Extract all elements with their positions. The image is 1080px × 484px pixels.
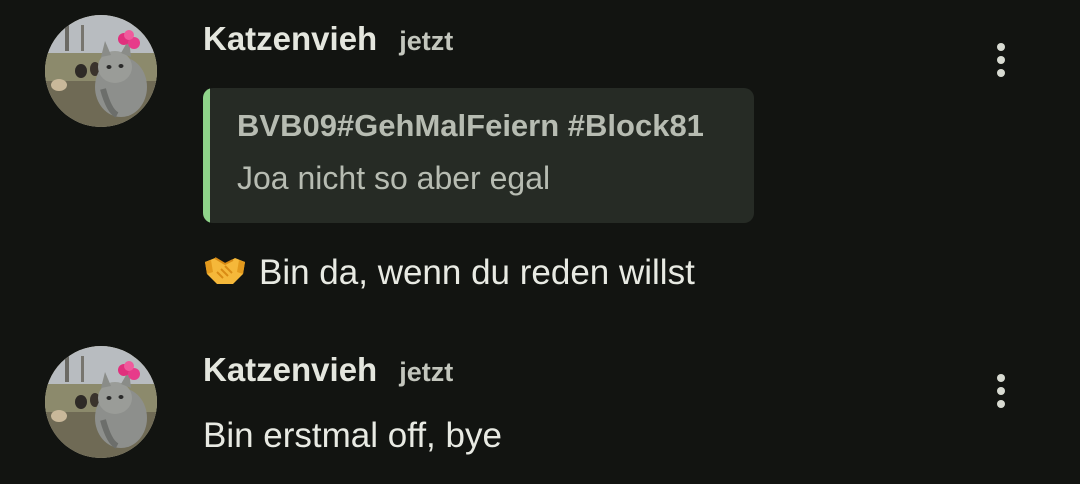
handshake-icon (203, 252, 247, 297)
message-timestamp: jetzt (399, 26, 454, 56)
message-text: Bin erstmal off, bye (203, 416, 502, 455)
more-vertical-icon (997, 387, 1005, 395)
author-name[interactable]: Katzenvieh (203, 20, 377, 58)
more-vertical-icon (997, 43, 1005, 51)
message-header: Katzenvieh jetzt (203, 351, 453, 391)
reply-quote[interactable]: BVB09#GehMalFeiern #Block81 Joa nicht so… (203, 88, 754, 223)
author-name[interactable]: Katzenvieh (203, 351, 377, 389)
cat-photo-avatar-icon (45, 346, 157, 458)
more-vertical-icon (997, 400, 1005, 408)
quote-accent-bar (203, 88, 210, 223)
more-options-button[interactable] (986, 35, 1016, 85)
chat-message[interactable]: Katzenvieh jetzt Bin erstmal off, bye (0, 330, 1080, 484)
quote-title: BVB09#GehMalFeiern #Block81 (237, 108, 704, 143)
message-text: Bin da, wenn du reden willst (203, 252, 695, 297)
chat-message[interactable]: Katzenvieh jetzt BVB09#GehMalFeiern #Blo… (0, 0, 1080, 320)
message-header: Katzenvieh jetzt (203, 20, 453, 60)
more-options-button[interactable] (986, 366, 1016, 416)
message-text-content: Bin da, wenn du reden willst (259, 253, 695, 292)
more-vertical-icon (997, 374, 1005, 382)
quote-text: Joa nicht so aber egal (237, 160, 551, 196)
cat-photo-avatar-icon (45, 15, 157, 127)
more-vertical-icon (997, 69, 1005, 77)
chat-message-list: Katzenvieh jetzt BVB09#GehMalFeiern #Blo… (0, 0, 1080, 484)
message-timestamp: jetzt (399, 357, 454, 387)
more-vertical-icon (997, 56, 1005, 64)
avatar[interactable] (45, 346, 157, 458)
avatar[interactable] (45, 15, 157, 127)
